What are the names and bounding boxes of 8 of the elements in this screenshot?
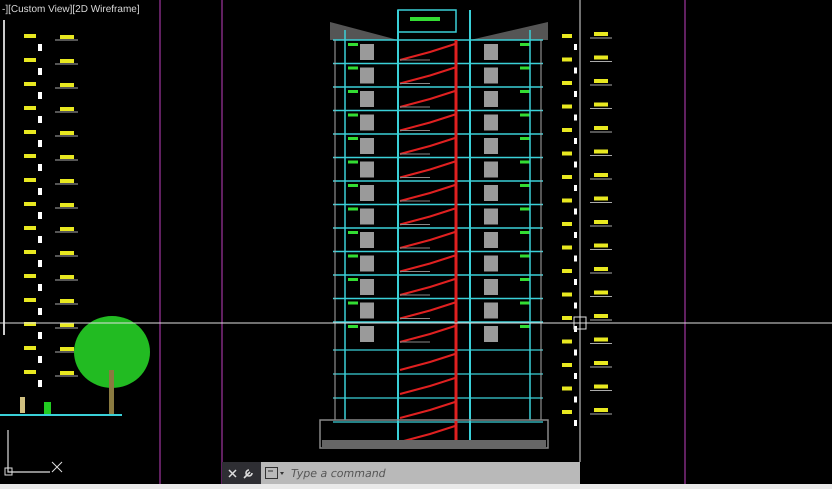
wrench-icon[interactable] xyxy=(243,467,255,479)
close-icon[interactable] xyxy=(228,468,237,478)
viewport-label[interactable]: -][Custom View][2D Wireframe] xyxy=(2,4,140,15)
command-history-button[interactable] xyxy=(261,462,287,484)
crosshair-cursor-icon xyxy=(0,0,832,462)
terminal-icon xyxy=(265,467,285,479)
command-input[interactable]: Type a command xyxy=(287,462,580,484)
ucs-axis-icon xyxy=(4,430,62,476)
